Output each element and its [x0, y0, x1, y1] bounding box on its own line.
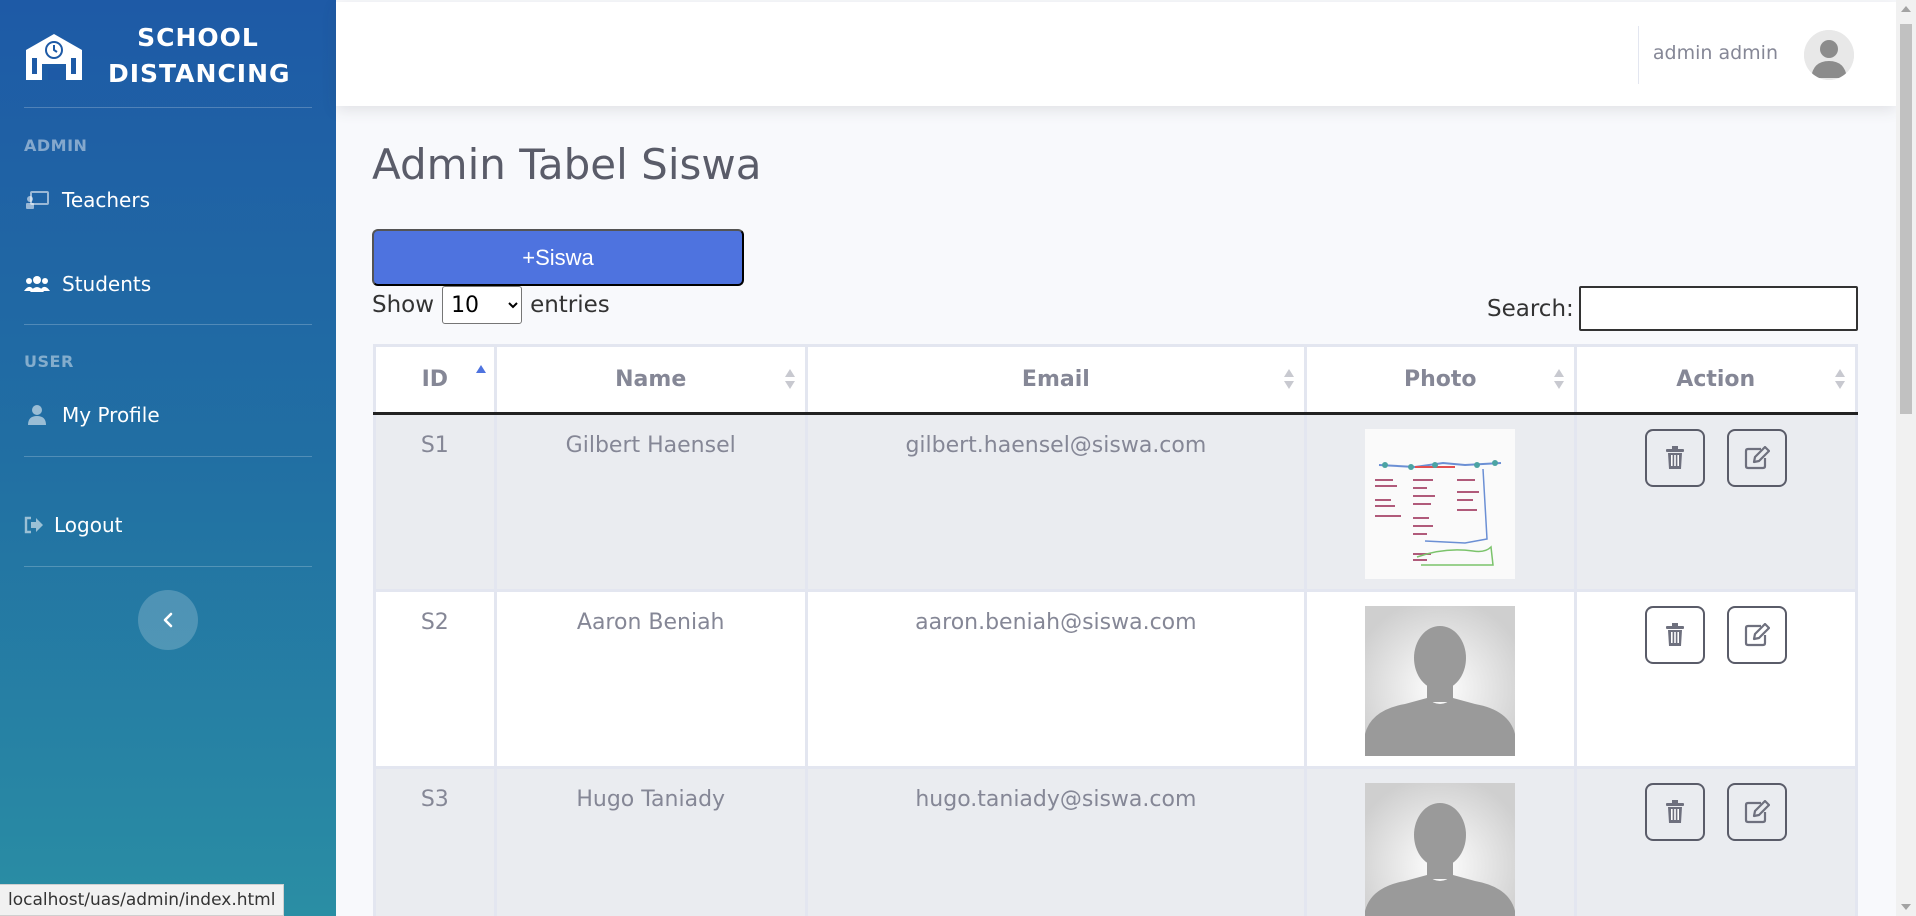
column-header-id[interactable]: ID: [373, 344, 497, 415]
column-label: ID: [421, 367, 449, 392]
chalkboard-teacher-icon: [24, 190, 50, 210]
sidebar-divider: [24, 566, 312, 567]
cell-name: Gilbert Haensel: [493, 412, 808, 592]
chevron-left-icon: [163, 612, 173, 628]
sidebar-item-teachers[interactable]: Teachers: [24, 180, 150, 220]
sort-icon: [1835, 369, 1845, 391]
topbar-divider: [1638, 26, 1639, 84]
delete-button[interactable]: [1644, 429, 1705, 487]
status-bar-url: localhost/uas/admin/index.html: [0, 884, 285, 916]
page-size-select[interactable]: 10: [442, 286, 523, 324]
entries-label: entries: [530, 292, 610, 318]
brand-line-2: DISTANCING: [108, 59, 291, 88]
sidebar-heading-admin: ADMIN: [24, 136, 88, 155]
column-label: Photo: [1403, 367, 1477, 392]
trash-icon: [1665, 446, 1684, 469]
table-row: S2 Aaron Beniah aaron.beniah@siswa.com: [373, 589, 1859, 769]
cell-id: S2: [373, 589, 497, 769]
sidebar-item-students[interactable]: Students: [24, 264, 151, 304]
sidebar-divider: [24, 107, 312, 108]
edit-button[interactable]: [1726, 429, 1787, 487]
trash-icon: [1665, 800, 1684, 823]
delete-button[interactable]: [1644, 783, 1705, 841]
trash-icon: [1665, 623, 1684, 646]
table-header-row: ID Name Email Photo Action: [373, 344, 1859, 415]
students-table: ID Name Email Photo Action S1 Gilbert Ha…: [373, 344, 1859, 916]
column-header-photo[interactable]: Photo: [1303, 344, 1577, 415]
table-row: S1 Gilbert Haensel gilbert.haensel@siswa…: [373, 412, 1859, 592]
sidebar: SCHOOL DISTANCING ADMIN Teachers Student…: [0, 0, 336, 916]
student-photo: [1365, 606, 1516, 756]
brand-line-1: SCHOOL: [137, 23, 259, 52]
edit-icon: [1744, 623, 1770, 647]
brand[interactable]: SCHOOL DISTANCING: [0, 0, 336, 107]
table-row: S3 Hugo Taniady hugo.taniady@siswa.com: [373, 766, 1859, 916]
sidebar-toggle-button[interactable]: [138, 590, 198, 650]
page-size-control: Show 10 entries: [372, 286, 610, 324]
avatar-icon[interactable]: [1804, 30, 1854, 80]
sidebar-item-label: Students: [62, 272, 152, 296]
cell-id: S1: [373, 412, 497, 592]
cell-email: gilbert.haensel@siswa.com: [804, 412, 1307, 592]
sidebar-divider: [24, 456, 312, 457]
column-label: Action: [1676, 367, 1756, 392]
delete-button[interactable]: [1644, 606, 1705, 664]
student-photo: [1365, 783, 1516, 916]
cell-photo: [1303, 766, 1577, 916]
cell-action: [1573, 589, 1859, 769]
users-icon: [24, 274, 50, 294]
cell-email: aaron.beniah@siswa.com: [804, 589, 1307, 769]
search-label: Search:: [1487, 296, 1574, 322]
edit-icon: [1744, 800, 1770, 824]
sort-icon: [784, 369, 795, 391]
column-label: Name: [615, 367, 687, 392]
cell-action: [1573, 766, 1859, 916]
cell-photo: [1303, 589, 1577, 769]
column-header-name[interactable]: Name: [493, 344, 808, 415]
user-icon: [24, 405, 50, 425]
cell-email: hugo.taniady@siswa.com: [804, 766, 1307, 916]
sidebar-item-label: My Profile: [62, 403, 160, 427]
sort-icon: [1553, 369, 1564, 391]
student-photo: [1365, 429, 1516, 579]
sidebar-item-label: Logout: [54, 513, 123, 537]
sort-ascending-icon: [475, 365, 486, 387]
cell-action: [1573, 412, 1859, 592]
scrollbar-thumb[interactable]: [1900, 24, 1912, 414]
edit-button[interactable]: [1726, 606, 1787, 664]
user-name[interactable]: admin admin: [1653, 42, 1778, 64]
sidebar-divider: [24, 324, 312, 325]
vertical-scrollbar[interactable]: [1896, 0, 1916, 916]
cell-id: S3: [373, 766, 497, 916]
show-label: Show: [372, 292, 435, 318]
cell-photo: [1303, 412, 1577, 592]
scroll-down-icon[interactable]: [1901, 904, 1911, 910]
sign-out-icon: [24, 515, 44, 535]
edit-button[interactable]: [1726, 783, 1787, 841]
cell-name: Aaron Beniah: [493, 589, 808, 769]
sidebar-heading-user: USER: [24, 352, 74, 371]
cell-name: Hugo Taniady: [493, 766, 808, 916]
sidebar-item-my-profile[interactable]: My Profile: [24, 395, 160, 435]
sort-icon: [1283, 369, 1294, 391]
sidebar-item-logout[interactable]: Logout: [24, 505, 122, 545]
page-title: Admin Tabel Siswa: [372, 140, 762, 189]
column-header-email[interactable]: Email: [804, 344, 1307, 415]
column-header-action[interactable]: Action: [1573, 344, 1859, 415]
edit-icon: [1744, 446, 1770, 470]
brand-name: SCHOOL DISTANCING: [108, 20, 291, 92]
column-label: Email: [1021, 367, 1090, 392]
school-icon: [26, 34, 82, 80]
add-student-button[interactable]: +Siswa: [372, 229, 744, 286]
search-input[interactable]: [1579, 286, 1858, 331]
scroll-up-icon[interactable]: [1901, 6, 1911, 12]
sidebar-item-label: Teachers: [62, 188, 150, 212]
